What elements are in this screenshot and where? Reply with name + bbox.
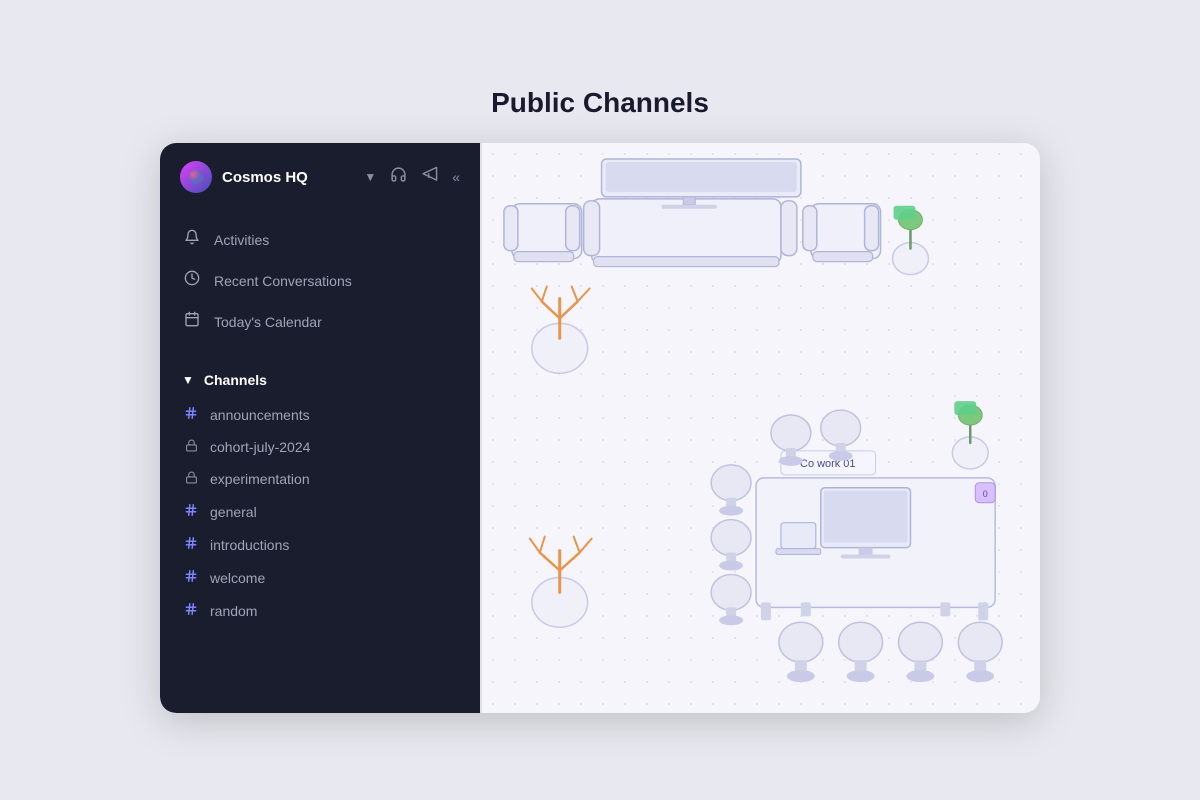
lock-icon — [182, 471, 200, 487]
clock-icon — [182, 270, 202, 291]
app-window: Cosmos HQ ▼ « — [160, 143, 1040, 713]
channel-label-cohort-july-2024: cohort-july-2024 — [210, 439, 310, 455]
sidebar-item-general[interactable]: general — [160, 495, 480, 528]
collapse-icon[interactable]: « — [452, 169, 460, 185]
sidebar-item-recent-conversations[interactable]: Recent Conversations — [160, 260, 480, 301]
sidebar-item-announcements[interactable]: announcements — [160, 398, 480, 431]
todays-calendar-label: Today's Calendar — [214, 314, 322, 330]
channel-label-experimentation: experimentation — [210, 471, 310, 487]
hash-icon — [182, 503, 200, 520]
workspace-name: Cosmos HQ — [222, 169, 354, 186]
channels-section: ▼ Channels announcements cohort-july-2024… — [160, 354, 480, 635]
lock-icon — [182, 439, 200, 455]
sidebar-item-welcome[interactable]: welcome — [160, 561, 480, 594]
channels-label: Channels — [204, 372, 267, 388]
sidebar: Cosmos HQ ▼ « — [160, 143, 480, 713]
svg-text:0: 0 — [983, 489, 988, 499]
page-title: Public Channels — [491, 87, 709, 119]
channel-label-introductions: introductions — [210, 537, 289, 553]
activities-label: Activities — [214, 232, 269, 248]
channel-label-announcements: announcements — [210, 407, 310, 423]
sidebar-item-activities[interactable]: Activities — [160, 219, 480, 260]
sidebar-header: Cosmos HQ ▼ « — [160, 143, 480, 211]
recent-conversations-label: Recent Conversations — [214, 273, 352, 289]
chevron-down-icon[interactable]: ▼ — [364, 170, 376, 184]
hash-icon — [182, 406, 200, 423]
main-content-area: Co work 01 0 — [482, 143, 1040, 713]
channel-list: announcements cohort-july-2024 experimenta… — [160, 398, 480, 627]
channel-label-welcome: welcome — [210, 570, 265, 586]
header-actions: « — [390, 166, 460, 188]
sidebar-item-experimentation[interactable]: experimentation — [160, 463, 480, 495]
sidebar-item-introductions[interactable]: introductions — [160, 528, 480, 561]
calendar-icon — [182, 311, 202, 332]
channel-label-random: random — [210, 603, 257, 619]
sidebar-navigation: Activities Recent Conversations — [160, 211, 480, 354]
sidebar-item-todays-calendar[interactable]: Today's Calendar — [160, 301, 480, 342]
hash-icon — [182, 569, 200, 586]
bell-icon — [182, 229, 202, 250]
hash-icon — [182, 602, 200, 619]
channel-label-general: general — [210, 504, 257, 520]
channels-arrow-icon: ▼ — [182, 373, 194, 387]
sidebar-item-random[interactable]: random — [160, 594, 480, 627]
megaphone-icon[interactable] — [421, 166, 438, 188]
headphones-icon[interactable] — [390, 166, 407, 188]
office-illustration: Co work 01 0 — [482, 143, 1040, 713]
channels-header[interactable]: ▼ Channels — [160, 362, 480, 398]
hash-icon — [182, 536, 200, 553]
workspace-logo — [180, 161, 212, 193]
sidebar-item-cohort-july-2024[interactable]: cohort-july-2024 — [160, 431, 480, 463]
